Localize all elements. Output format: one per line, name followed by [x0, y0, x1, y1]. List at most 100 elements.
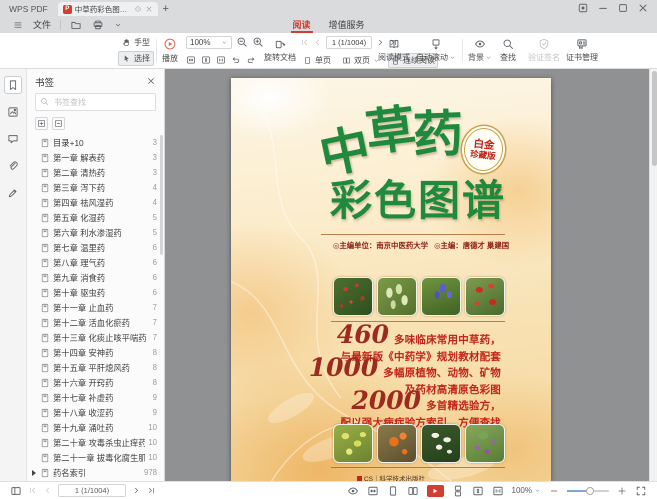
open-file-button[interactable]: [65, 19, 87, 31]
play-button[interactable]: 播放: [162, 33, 178, 68]
eye-protection-button[interactable]: [347, 485, 359, 497]
status-single-page-button[interactable]: [387, 485, 399, 497]
close-window-button[interactable]: [636, 1, 649, 14]
certificate-manage-button[interactable]: 证书管理: [566, 33, 598, 68]
status-zoom-dropdown[interactable]: 100%: [512, 486, 541, 495]
viewer-scrollbar[interactable]: [649, 69, 657, 481]
bookmark-item[interactable]: 第十八章 收涩药9: [32, 405, 162, 420]
print-button[interactable]: [87, 19, 109, 31]
expand-all-button[interactable]: [35, 117, 48, 130]
viewer-scrollbar-thumb[interactable]: [652, 71, 657, 166]
more-tools-dropdown[interactable]: [109, 21, 127, 29]
bookmark-item[interactable]: 第二十一章 拔毒化腐生肌药10: [32, 450, 162, 465]
bookmark-item[interactable]: 第十六章 开窍药8: [32, 375, 162, 390]
status-actual-size-button[interactable]: [492, 485, 504, 497]
status-first-page-button[interactable]: [28, 486, 37, 495]
hand-tool-button[interactable]: 手型: [118, 35, 154, 50]
file-menu[interactable]: 文件: [28, 18, 56, 31]
document-tab[interactable]: P 中草药彩色图谱 白金珍藏版: [58, 2, 158, 16]
zoom-out-button[interactable]: [236, 36, 248, 48]
collapse-all-button[interactable]: [52, 117, 65, 130]
redo-button[interactable]: [246, 55, 256, 65]
bookmark-search-input[interactable]: [35, 93, 156, 111]
rotate-document-button[interactable]: 旋转文档: [264, 33, 296, 68]
bookmark-item[interactable]: 药名索引978: [32, 465, 162, 480]
bookmark-item[interactable]: 第十一章 止血药7: [32, 300, 162, 315]
bookmark-item[interactable]: 第十二章 活血化瘀药7: [32, 315, 162, 330]
attachments-panel-button[interactable]: [4, 157, 22, 175]
comments-panel-button[interactable]: [4, 130, 22, 148]
actual-size-button[interactable]: [216, 55, 226, 65]
status-page-number-input[interactable]: 1 (1/1004): [58, 484, 126, 497]
bookmark-item[interactable]: 第八章 理气药6: [32, 255, 162, 270]
thumbnails-panel-button[interactable]: [4, 103, 22, 121]
previous-page-button[interactable]: [313, 38, 322, 47]
tab-close-icon[interactable]: [145, 5, 153, 13]
status-continuous-button[interactable]: [452, 485, 464, 497]
double-page-dropdown[interactable]: 双页: [339, 53, 383, 68]
verify-signature-button[interactable]: 验证签名: [528, 33, 560, 68]
minimize-button[interactable]: [596, 1, 609, 14]
bookmark-item[interactable]: 第十五章 平肝熄风药8: [32, 360, 162, 375]
page-number-input[interactable]: 1 (1/1004): [326, 36, 372, 49]
bookmark-item[interactable]: 第十七章 补虚药9: [32, 390, 162, 405]
tab-value-services[interactable]: 增值服务: [329, 16, 365, 33]
bookmark-item[interactable]: 第三章 泻下药4: [32, 180, 162, 195]
zoom-in-slider-button[interactable]: [617, 486, 627, 496]
bookmark-item[interactable]: 第六章 利水渗湿药5: [32, 225, 162, 240]
tab-pin-icon[interactable]: [134, 5, 142, 13]
bookmark-item[interactable]: 第一章 解表药3: [32, 150, 162, 165]
expand-caret-icon[interactable]: [32, 470, 37, 476]
status-last-page-button[interactable]: [147, 486, 156, 495]
search-icon: [502, 38, 514, 50]
bookmark-item[interactable]: 第二章 清热药3: [32, 165, 162, 180]
read-mode-button[interactable]: 阅读模式: [378, 33, 410, 68]
close-icon: [146, 76, 156, 86]
bookmark-page-icon: [40, 348, 50, 358]
fit-page-button[interactable]: [201, 55, 211, 65]
bookmark-item[interactable]: 第七章 温里药6: [32, 240, 162, 255]
zoom-slider-knob[interactable]: [586, 487, 594, 495]
bookmark-item[interactable]: 第五章 化湿药5: [32, 210, 162, 225]
single-page-button[interactable]: 单页: [300, 53, 334, 68]
zoom-level-dropdown[interactable]: 100%: [186, 36, 232, 49]
main-menu-button[interactable]: [8, 20, 28, 30]
zoom-out-slider-button[interactable]: [549, 486, 559, 496]
pdf-page-cover[interactable]: 中草药 白金 珍藏版 彩色图谱 ◎主编单位：南京中医药大学 ◎主编：唐德才 巢建…: [231, 78, 551, 481]
first-page-button[interactable]: [300, 38, 309, 47]
bookmark-item[interactable]: 第九章 消食药6: [32, 270, 162, 285]
sidebar-scrollbar-thumb[interactable]: [160, 135, 163, 255]
status-next-page-button[interactable]: [132, 486, 141, 495]
status-previous-page-button[interactable]: [43, 486, 52, 495]
divider: [156, 39, 157, 62]
zoom-in-button[interactable]: [252, 36, 264, 48]
bookmark-item[interactable]: 目录+103: [32, 135, 162, 150]
document-viewer[interactable]: 中草药 白金 珍藏版 彩色图谱 ◎主编单位：南京中医药大学 ◎主编：唐德才 巢建…: [165, 69, 657, 481]
close-panel-button[interactable]: [146, 76, 156, 88]
fit-width-button[interactable]: [186, 55, 196, 65]
maximize-button[interactable]: [616, 1, 629, 14]
sidebar-toggle-icon[interactable]: [10, 485, 22, 497]
status-double-page-button[interactable]: [407, 485, 419, 497]
signature-panel-button[interactable]: [4, 184, 22, 202]
bookmark-item[interactable]: 第二十章 攻毒杀虫止痒药10: [32, 435, 162, 450]
bookmark-item[interactable]: 第十九章 涌吐药10: [32, 420, 162, 435]
bookmarks-panel-button[interactable]: [4, 76, 22, 94]
fullscreen-button[interactable]: [635, 485, 647, 497]
background-dropdown[interactable]: 背景: [468, 33, 492, 68]
bookmark-item[interactable]: 第十章 驱虫药6: [32, 285, 162, 300]
bookmark-item[interactable]: 第四章 祛风湿药4: [32, 195, 162, 210]
tab-read[interactable]: 阅读: [292, 16, 310, 33]
select-tool-button[interactable]: 选择: [118, 51, 154, 66]
status-fit-width-button[interactable]: [367, 485, 379, 497]
auto-scroll-dropdown[interactable]: 自动滚动: [416, 33, 456, 68]
status-fit-page-button[interactable]: [472, 485, 484, 497]
undo-button[interactable]: [231, 55, 241, 65]
boss-key-button[interactable]: [576, 1, 589, 14]
new-tab-button[interactable]: +: [158, 3, 174, 16]
bookmark-item[interactable]: 第十四章 安神药8: [32, 345, 162, 360]
bookmark-item[interactable]: 第十三章 化痰止咳平喘药7: [32, 330, 162, 345]
find-button[interactable]: 查找: [500, 33, 516, 68]
zoom-slider[interactable]: [567, 490, 609, 492]
status-play-button[interactable]: [427, 485, 444, 497]
